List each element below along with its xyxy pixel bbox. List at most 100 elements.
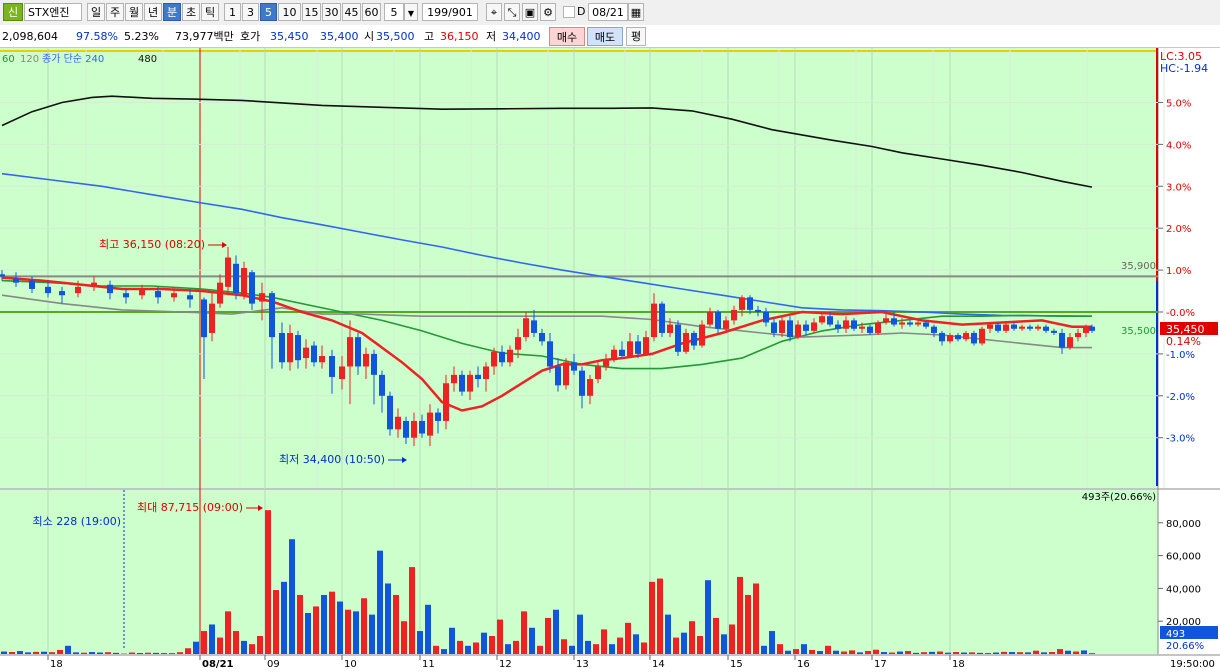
candle-body xyxy=(531,320,537,333)
candle-body xyxy=(683,332,689,352)
volume-bar xyxy=(625,622,631,654)
open-value: 35,500 xyxy=(376,30,415,43)
low-label: 저 xyxy=(486,30,497,43)
max-volume-annotation: 최대 87,715 (09:00) xyxy=(137,501,243,514)
save-button[interactable]: ▣ xyxy=(522,3,538,21)
cursor-button[interactable]: ⌖ xyxy=(486,3,502,21)
legend-ma60: 60 xyxy=(2,54,15,65)
eval-button[interactable]: 평 xyxy=(626,27,646,46)
interval-3[interactable]: 3 xyxy=(242,3,259,21)
candle-body xyxy=(707,312,713,325)
candle-body xyxy=(555,366,561,386)
interval-60[interactable]: 60 xyxy=(362,3,381,21)
candle-body xyxy=(139,288,145,296)
volume-bar xyxy=(969,652,975,654)
interval-15[interactable]: 15 xyxy=(302,3,321,21)
x-tick-label: 12 xyxy=(499,659,512,670)
candle-body xyxy=(507,349,513,363)
stock-badge: 신 xyxy=(3,3,23,21)
legend-close-240: 종가 단순 240 xyxy=(42,53,104,65)
line-value-35900: 35,900 xyxy=(1121,261,1156,272)
stock-name-field[interactable]: STX엔진 xyxy=(24,3,82,21)
volume-bar xyxy=(313,606,319,654)
candle-body xyxy=(883,318,889,323)
period-week[interactable]: 주 xyxy=(106,3,124,21)
volume-bar xyxy=(721,634,727,654)
time-label: 19:50:00 xyxy=(1170,659,1215,670)
volume-bar xyxy=(1041,652,1047,654)
date-checkbox[interactable] xyxy=(563,6,575,18)
interval-dropdown-button[interactable]: ▼ xyxy=(404,3,418,21)
interval-45[interactable]: 45 xyxy=(342,3,361,21)
interval-5[interactable]: 5 xyxy=(260,3,277,21)
volume-bar xyxy=(305,613,311,654)
candle-body xyxy=(923,322,929,327)
volume-bar xyxy=(465,645,471,654)
candle-body xyxy=(571,362,577,371)
sell-button[interactable]: 매도 xyxy=(587,27,623,46)
volume-bar xyxy=(49,652,55,654)
calendar-button[interactable]: ▦ xyxy=(628,3,644,21)
candle-body xyxy=(547,341,553,367)
candle-body xyxy=(171,293,177,298)
candle-body xyxy=(0,274,5,277)
date-field[interactable]: 08/21 xyxy=(588,3,628,21)
trend-icon: ⤡ xyxy=(507,6,517,19)
volume-bar xyxy=(409,567,415,654)
period-tick[interactable]: 틱 xyxy=(201,3,219,21)
volume-bar xyxy=(505,644,511,654)
volume-bar xyxy=(1073,651,1079,654)
period-month[interactable]: 월 xyxy=(125,3,143,21)
candle-body xyxy=(675,324,681,352)
candle-body xyxy=(1083,326,1089,333)
candle-body xyxy=(835,324,841,329)
volume-bar xyxy=(449,627,455,654)
interval-10[interactable]: 10 xyxy=(278,3,301,21)
candle-body xyxy=(347,337,353,367)
x-tick-label: 08/21 xyxy=(202,659,234,670)
candle-body xyxy=(843,320,849,329)
legend-ma120: 120 xyxy=(20,54,39,65)
candle-body xyxy=(269,293,275,338)
buy-button[interactable]: 매수 xyxy=(549,27,585,46)
period-second[interactable]: 초 xyxy=(182,3,200,21)
volume-bar xyxy=(553,609,559,654)
period-year[interactable]: 년 xyxy=(144,3,162,21)
candle-body xyxy=(1043,326,1049,331)
candle-body xyxy=(1003,324,1009,331)
interval-30[interactable]: 30 xyxy=(322,3,341,21)
candle-body xyxy=(339,366,345,380)
quote-bar: 2,098,604 97.58% 5.23% 73,977백만 호가 35,45… xyxy=(0,25,1220,48)
candle-body xyxy=(819,316,825,323)
y-tick-label: -3.0% xyxy=(1166,434,1195,445)
volume-bar xyxy=(937,651,943,654)
volume-bar xyxy=(73,652,79,654)
min-volume-annotation: 최소 228 (19:00) xyxy=(32,515,121,528)
crosshair-icon: ⌖ xyxy=(490,6,498,19)
candle-body xyxy=(45,286,51,294)
candle-body xyxy=(931,326,937,333)
trend-button[interactable]: ⤡ xyxy=(504,3,520,21)
candle-body xyxy=(201,299,207,338)
count-field[interactable]: 199/901 xyxy=(422,3,478,21)
interval-1[interactable]: 1 xyxy=(224,3,241,21)
settings-button[interactable]: ⚙ xyxy=(540,3,556,21)
period-minute[interactable]: 분 xyxy=(163,3,181,21)
candle-body xyxy=(1011,324,1017,329)
candle-body xyxy=(363,353,369,367)
volume-bar xyxy=(649,581,655,654)
volume-bar xyxy=(9,652,15,654)
candle-body xyxy=(419,420,425,434)
volume-tick-label: 80,000 xyxy=(1166,519,1201,530)
volume-bar xyxy=(481,632,487,654)
candle-body xyxy=(1089,326,1095,331)
volume-bar xyxy=(1009,652,1015,654)
volume-bar xyxy=(321,594,327,654)
candle-body xyxy=(329,356,335,377)
candle-body xyxy=(763,312,769,323)
candle-body xyxy=(603,360,609,367)
period-day[interactable]: 일 xyxy=(87,3,105,21)
interval-select[interactable]: 5 xyxy=(384,3,404,21)
volume-bar xyxy=(417,631,423,654)
volume-bar xyxy=(25,652,31,654)
